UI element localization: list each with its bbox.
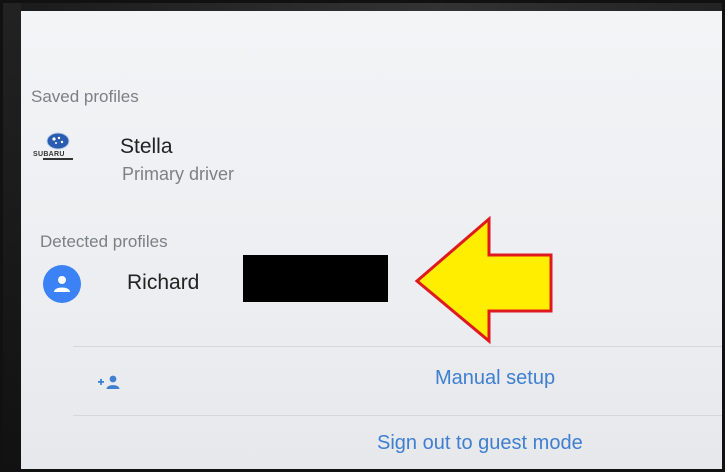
screen-bezel-top — [3, 3, 722, 11]
divider — [73, 415, 722, 416]
saved-profile-subtitle: Primary driver — [122, 164, 235, 184]
profile-screen: Saved profiles SUBARU Stella Primary dri… — [21, 11, 722, 469]
photo-frame: Saved profiles SUBARU Stella Primary dri… — [0, 0, 725, 472]
person-icon — [54, 276, 70, 292]
screen-bezel-left — [3, 3, 21, 469]
redaction-box — [243, 255, 388, 302]
arrow-left-icon — [414, 215, 553, 345]
subaru-logo-text: SUBARU — [33, 151, 65, 158]
sign-out-guest-mode-link[interactable]: Sign out to guest mode — [377, 432, 583, 455]
manual-setup-label: Manual setup — [435, 367, 556, 389]
avatar — [43, 265, 81, 303]
add-person-icon — [98, 375, 120, 389]
detected-profile-name: Richard — [127, 271, 200, 294]
detected-profiles-heading: Detected profiles — [40, 232, 168, 251]
divider — [73, 346, 722, 347]
saved-profiles-heading: Saved profiles — [31, 87, 139, 106]
saved-profile-name: Stella — [120, 135, 173, 158]
